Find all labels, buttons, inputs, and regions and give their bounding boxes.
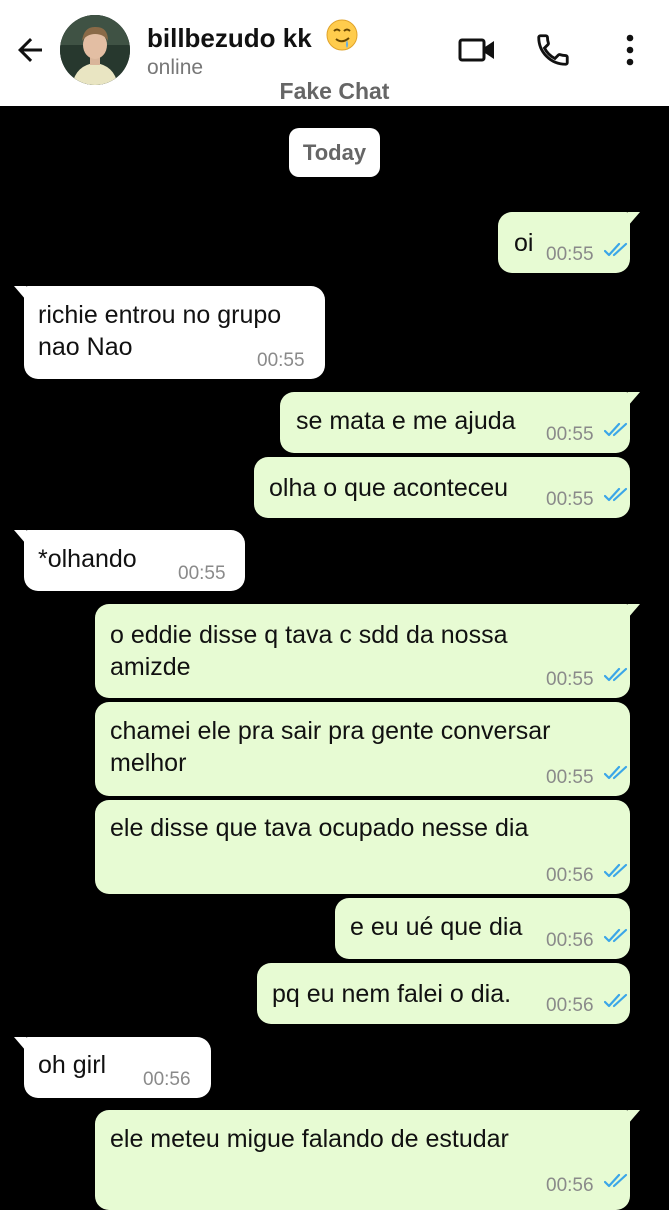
message-time: 00:56 [546, 1175, 594, 1196]
double-check-icon [604, 242, 628, 257]
message-line: ele meteu migue falando de estudar [110, 1125, 509, 1153]
date-divider: Today [289, 128, 380, 177]
outgoing-message-bubble[interactable]: o eddie disse q tava c sdd da nossa amizd… [95, 604, 640, 698]
avatar[interactable] [60, 15, 130, 85]
outgoing-message-bubble[interactable]: oi 00:55 [498, 212, 640, 273]
drooling-face-emoji [326, 19, 358, 51]
message-time: 00:56 [546, 995, 594, 1016]
message-text: *olhando [38, 543, 137, 575]
message-line: chamei ele pra sair pra gente conversar [110, 717, 551, 745]
message-time: 00:56 [143, 1069, 191, 1090]
more-options-icon[interactable] [618, 30, 642, 70]
phone-icon[interactable] [534, 31, 572, 69]
chat-header: billbezudo kk online Fake Chat [0, 0, 669, 106]
incoming-message-bubble[interactable]: richie entrou no grupo nao Nao 00:55 [14, 286, 325, 379]
outgoing-message-bubble[interactable]: pq eu nem falei o dia. 00:56 [257, 963, 630, 1024]
message-time: 00:55 [546, 244, 594, 265]
message-line: *olhando [38, 545, 137, 573]
message-text: o eddie disse q tava c sdd da nossa amizd… [110, 619, 508, 683]
outgoing-message-bubble[interactable]: chamei ele pra sair pra gente conversar m… [95, 702, 630, 796]
message-line: amizde [110, 653, 191, 681]
message-time: 00:55 [546, 424, 594, 445]
contact-name[interactable]: billbezudo kk [147, 18, 359, 54]
double-check-icon [604, 765, 628, 780]
message-time: 00:55 [178, 563, 226, 584]
message-text: pq eu nem falei o dia. [272, 978, 511, 1010]
double-check-icon [604, 863, 628, 878]
message-line: melhor [110, 749, 187, 777]
message-line: oi [514, 229, 534, 257]
outgoing-message-bubble[interactable]: olha o que aconteceu 00:55 [254, 457, 630, 518]
outgoing-message-bubble[interactable]: ele disse que tava ocupado nesse dia 00:5… [95, 800, 630, 894]
message-text: chamei ele pra sair pra gente conversar m… [110, 715, 551, 779]
double-check-icon [604, 993, 628, 1008]
double-check-icon [604, 928, 628, 943]
contact-status: online [147, 56, 204, 79]
incoming-message-bubble[interactable]: oh girl 00:56 [14, 1037, 211, 1098]
outgoing-message-bubble[interactable]: e eu ué que dia 00:56 [335, 898, 630, 959]
message-text: oh girl [38, 1049, 106, 1081]
double-check-icon [604, 667, 628, 682]
message-text: ele disse que tava ocupado nesse dia [110, 812, 528, 844]
message-line: ele disse que tava ocupado nesse dia [110, 814, 529, 842]
message-time: 00:56 [546, 865, 594, 886]
message-text: e eu ué que dia [350, 911, 522, 943]
double-check-icon [604, 1173, 628, 1188]
message-text: richie entrou no grupo nao Nao [38, 299, 281, 363]
back-arrow-icon[interactable] [12, 32, 48, 68]
double-check-icon [604, 487, 628, 502]
message-time: 00:55 [546, 669, 594, 690]
message-time: 00:55 [546, 489, 594, 510]
outgoing-message-bubble[interactable]: ele meteu migue falando de estudar 00:56 [95, 1110, 640, 1210]
message-line: olha o que aconteceu [269, 474, 509, 502]
message-text: oi [514, 227, 533, 259]
message-line: o eddie disse q tava c sdd da nossa [110, 621, 508, 649]
message-line: pq eu nem falei o dia. [272, 980, 512, 1008]
double-check-icon [604, 422, 628, 437]
message-line: oh girl [38, 1051, 107, 1079]
video-call-icon[interactable] [457, 30, 497, 70]
message-line: se mata e me ajuda [296, 407, 516, 435]
message-text: ele meteu migue falando de estudar [110, 1123, 509, 1155]
message-line: richie entrou no grupo [38, 301, 282, 329]
outgoing-message-bubble[interactable]: se mata e me ajuda 00:55 [280, 392, 640, 453]
app-label: Fake Chat [279, 78, 390, 104]
incoming-message-bubble[interactable]: *olhando 00:55 [14, 530, 245, 591]
message-text: olha o que aconteceu [269, 472, 508, 504]
message-time: 00:55 [257, 350, 305, 371]
message-line: nao Nao [38, 333, 133, 361]
message-time: 00:55 [546, 767, 594, 788]
message-line: e eu ué que dia [350, 913, 523, 941]
message-time: 00:56 [546, 930, 594, 951]
message-text: se mata e me ajuda [296, 405, 516, 437]
